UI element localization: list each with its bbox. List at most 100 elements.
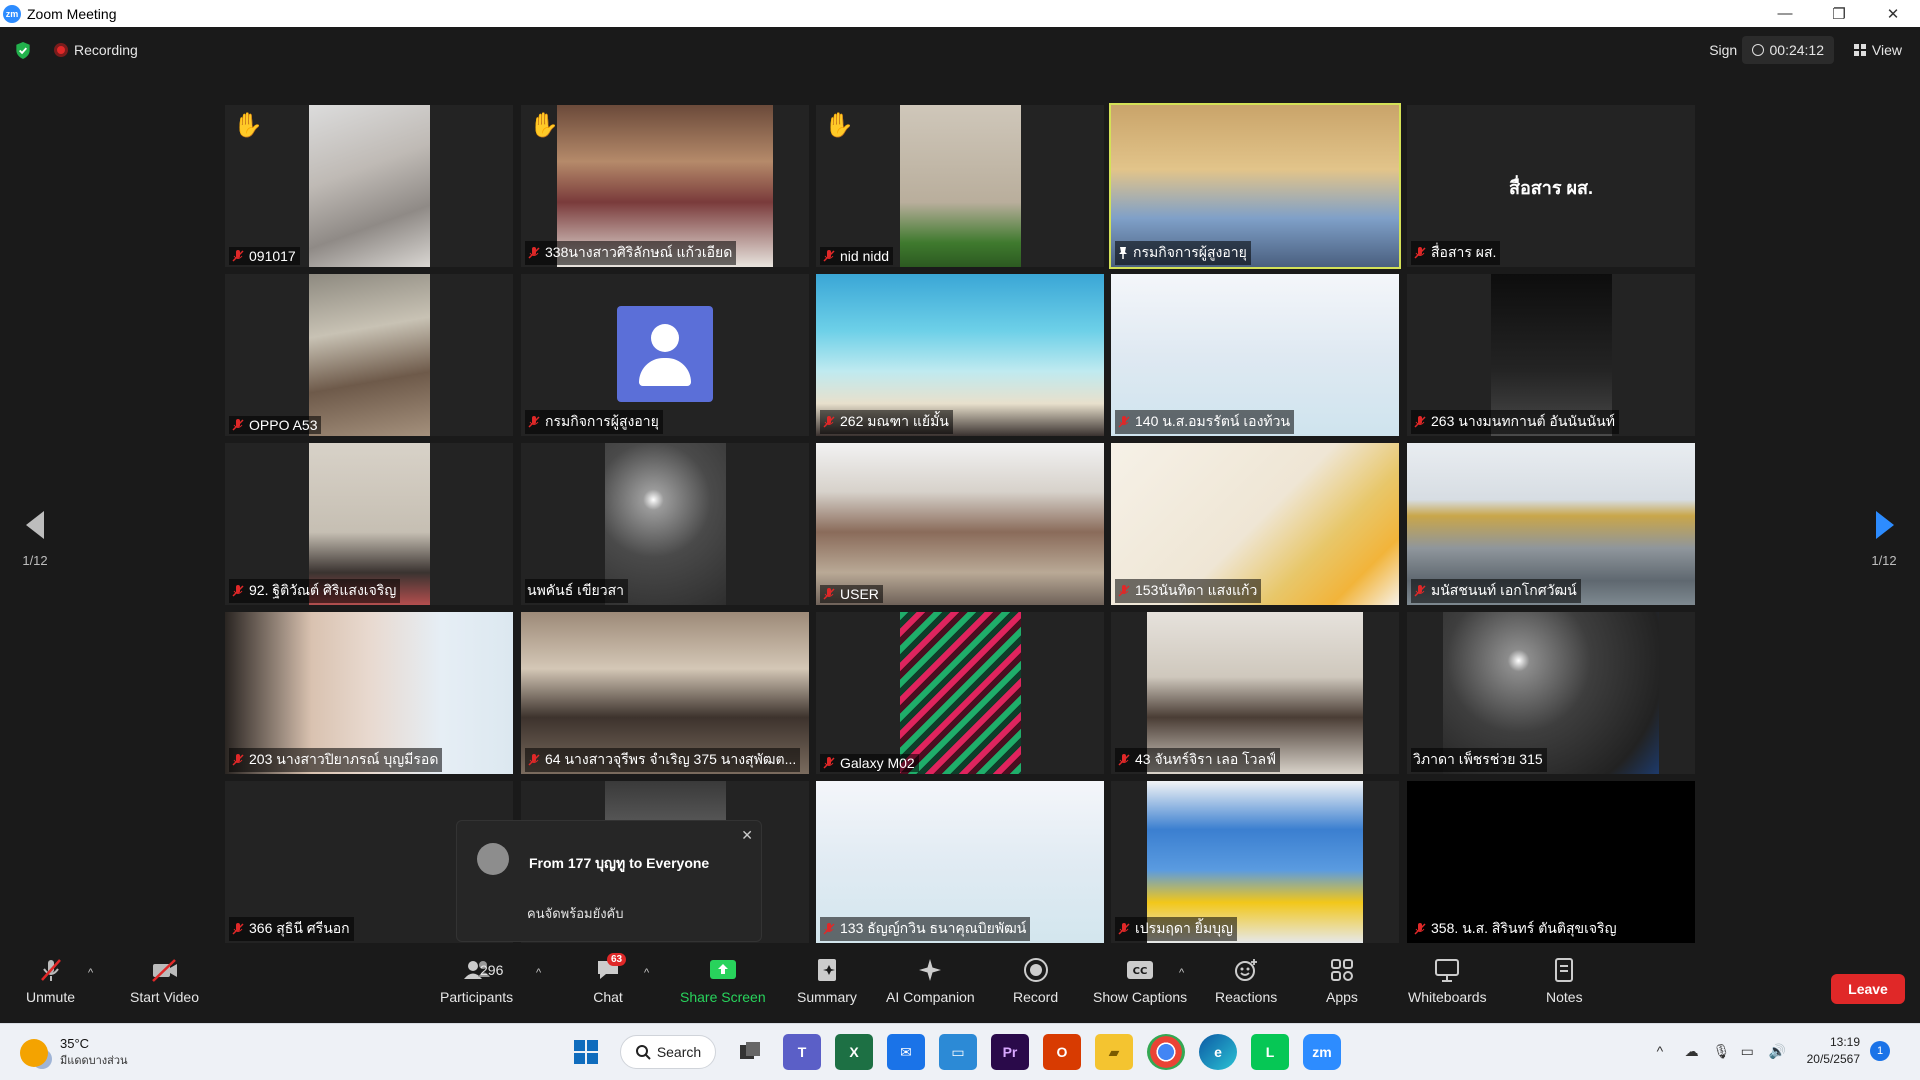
excel-icon[interactable]: X [835,1034,873,1070]
participant-tile[interactable]: ✋ 091017 [225,105,513,267]
mic-muted-icon [1414,585,1426,597]
participant-tile[interactable]: 64 นางสาวจุรีพร จำเริญ 375 นางสุพัฒต... [521,612,809,774]
reactions-button[interactable]: Reactions [1215,955,1277,1005]
participant-tile[interactable]: USER [816,443,1104,605]
mic-muted-icon [1118,754,1130,766]
mic-muted-icon [1118,416,1130,428]
participant-tile[interactable]: 140 น.ส.อมรรัตน์ เองท้วน [1111,274,1399,436]
display-icon[interactable]: ▭ [1741,1043,1757,1059]
ai-companion-button[interactable]: AI Companion [886,955,975,1005]
close-window-button[interactable]: ✕ [1866,0,1920,27]
windows-start-icon[interactable] [567,1034,605,1070]
mic-muted-icon [232,250,244,262]
chat-button[interactable]: 63 Chat [593,953,627,1005]
apps-button[interactable]: Apps [1326,955,1358,1005]
close-icon[interactable]: ✕ [741,827,753,844]
teams-icon[interactable]: T [783,1034,821,1070]
record-button[interactable]: Record [1013,955,1058,1005]
participant-tile[interactable]: กรมกิจการผู้สูงอายุ [521,274,809,436]
network-icon[interactable]: ☁ [1685,1043,1701,1059]
participant-tile[interactable]: มนัสชนนท์ เอกโกศวัฒน์ [1407,443,1695,605]
taskbar-clock[interactable]: 13:19 20/5/2567 [1807,1034,1860,1068]
start-video-button[interactable]: Start Video [130,955,199,1005]
participant-tile[interactable]: 358. น.ส. สิรินทร์ ตันติสุขเจริญ [1407,781,1695,943]
mic-muted-icon [528,416,540,428]
clock-icon [1751,44,1764,56]
pin-icon [1119,247,1127,259]
participants-options-caret-icon[interactable]: ^ [536,967,541,979]
mail-icon[interactable]: ✉ [887,1034,925,1070]
participant-name: 262 มณฑา แย้มั้น [840,413,949,429]
view-button[interactable]: View [1853,42,1902,58]
participant-tile[interactable]: 203 นางสาวปิยาภรณ์ บุญมีรอด [225,612,513,774]
participant-tile[interactable]: สื่อสาร ผส. สื่อสาร ผส. [1407,105,1695,267]
notification-badge[interactable]: 1 [1870,1041,1890,1061]
chevron-up-icon[interactable]: ^ [1657,1043,1673,1059]
microphone-icon[interactable]: 🎙 [1713,1043,1731,1059]
participant-tile[interactable]: นพคันธ์ เขียวสา [521,443,809,605]
line-icon[interactable]: L [1251,1034,1289,1070]
edge-icon[interactable]: e [1199,1034,1237,1070]
participant-name-label: 133 ธัญญ์กวิน ธนาคุณบิยพัฒน์ [820,917,1031,941]
participant-tile-active-speaker[interactable]: กรมกิจการผู้สูงอายุ [1109,103,1401,269]
participant-tile[interactable]: OPPO A53 [225,274,513,436]
participant-tile[interactable]: 262 มณฑา แย้มั้น [816,274,1104,436]
participant-tile[interactable]: เปรมฤดา ยิ้มบุญ [1111,781,1399,943]
participant-tile[interactable]: วิภาดา เพ็ชรช่วย 315 [1407,612,1695,774]
unmute-button[interactable]: Unmute [26,955,75,1005]
weather-widget[interactable]: 35°C มีแดดบางส่วน [20,1036,128,1069]
restore-button[interactable]: ❐ [1812,0,1866,27]
page-indicator-left: 1/12 [22,553,48,568]
participant-name-label: 262 มณฑา แย้มั้น [820,410,953,434]
participant-name: 153นันทิดา แสงแก้ว [1135,582,1258,598]
participant-tile[interactable]: ✋ nid nidd [816,105,1104,267]
share-screen-button[interactable]: Share Screen [680,955,766,1005]
chat-options-caret-icon[interactable]: ^ [644,967,649,979]
share-screen-icon [708,955,738,985]
video-feed [900,612,1021,774]
premiere-icon[interactable]: Pr [991,1034,1029,1070]
participant-tile[interactable]: Galaxy M02 [816,612,1104,774]
next-page-arrow-icon[interactable] [1870,505,1900,545]
participant-name-label: 091017 [229,247,300,265]
participant-tile[interactable]: ✋ 338นางสาวศิริลักษณ์ แก้วเอียด [521,105,809,267]
microphone-muted-icon [36,955,66,985]
encryption-shield-icon[interactable] [14,41,32,60]
previous-page-arrow-icon[interactable] [20,505,50,545]
zoom-logo-icon: zm [3,4,21,23]
whiteboards-button[interactable]: Whiteboards [1408,955,1487,1005]
taskbar-search[interactable]: Search [620,1035,716,1069]
meeting-top-bar: Recording Sign in 00:24:12 View [0,27,1920,75]
participant-tile[interactable]: 92. ฐิติวัณต์ ศิริแสงเจริญ [225,443,513,605]
audio-options-caret-icon[interactable]: ^ [88,967,93,979]
volume-icon[interactable]: 🔊 [1769,1043,1786,1059]
participant-tile[interactable]: 153นันทิดา แสงแก้ว [1111,443,1399,605]
search-icon [635,1045,651,1060]
participant-tile[interactable]: 43 จันทร์จิรา เลอ โวลฟ์ [1111,612,1399,774]
participant-name: 358. น.ส. สิรินทร์ ตันติสุขเจริญ [1431,920,1617,936]
show-captions-button[interactable]: CC Show Captions [1093,955,1187,1005]
task-view-icon[interactable] [731,1034,769,1070]
file-explorer-icon[interactable]: ▰ [1095,1034,1133,1070]
office-icon[interactable]: O [1043,1034,1081,1070]
participant-name: วิภาดา เพ็ชรช่วย 315 [1413,751,1543,767]
summary-button[interactable]: Summary [797,955,857,1005]
zoom-app-icon[interactable]: zm [1303,1034,1341,1070]
chat-notification-popup[interactable]: From 177 บุญทู to Everyone คนจัดพร้อมยัง… [456,820,762,942]
captions-options-caret-icon[interactable]: ^ [1179,967,1184,979]
recording-indicator[interactable]: Recording [54,42,138,58]
remote-desktop-icon[interactable]: ▭ [939,1034,977,1070]
mic-muted-icon [823,757,835,769]
participant-name-label: 358. น.ส. สิรินทร์ ตันติสุขเจริญ [1411,917,1621,941]
participants-button[interactable]: 296 Participants [440,955,513,1005]
minimize-button[interactable]: — [1758,0,1812,27]
leave-button[interactable]: Leave [1831,974,1905,1004]
notes-button[interactable]: Notes [1546,955,1583,1005]
participant-name: 92. ฐิติวัณต์ ศิริแสงเจริญ [249,582,397,598]
participant-tile[interactable]: 263 นางมนทกานต์ อันนันนันท์ [1407,274,1695,436]
participant-name-label: มนัสชนนท์ เอกโกศวัฒน์ [1411,579,1581,603]
record-icon [1021,955,1051,985]
chrome-icon[interactable] [1147,1034,1185,1070]
participant-tile[interactable]: 133 ธัญญ์กวิน ธนาคุณบิยพัฒน์ [816,781,1104,943]
participant-name-label: OPPO A53 [229,416,322,434]
